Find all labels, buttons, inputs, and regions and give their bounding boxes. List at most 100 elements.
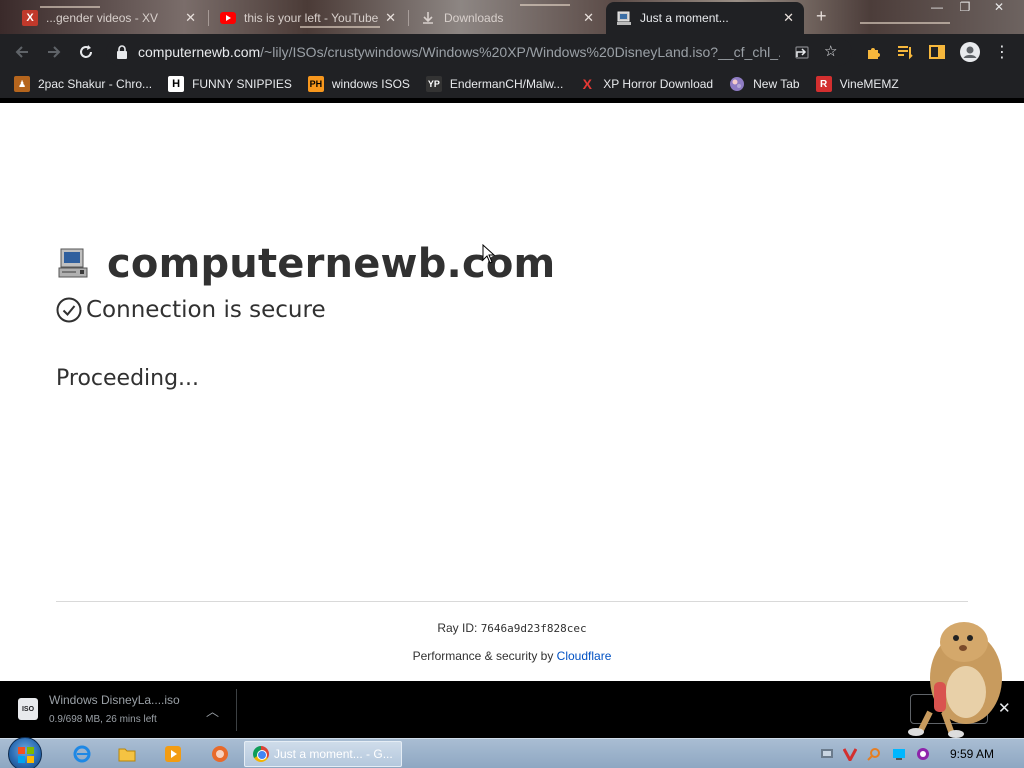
app-icon[interactable] [210,744,230,764]
star-icon[interactable]: ☆ [824,42,837,60]
site-header: computernewb.com [56,241,555,287]
mouse-pointer-icon [482,244,496,264]
tray-search-icon[interactable] [867,747,881,761]
address-bar[interactable]: computernewb.com /~lily/ISOs/crustywindo… [106,38,852,66]
computer-icon [616,10,632,26]
task-title: Just a moment... - G... [274,747,393,761]
ph-icon: PH [307,76,324,92]
download-filename: Windows DisneyLa....iso [49,693,180,707]
restore-icon[interactable]: ❐ [950,0,980,18]
share-icon[interactable] [794,44,810,64]
tab-strip: X ...gender videos - XV ✕ this is your l… [0,0,1024,34]
downloads-icon [420,10,436,26]
check-circle-icon [56,297,82,323]
tab-title: Just a moment... [640,11,729,25]
internet-explorer-icon[interactable] [72,744,92,764]
url-host: computernewb.com [138,44,261,60]
menu-kebab-icon[interactable]: ⋮ [990,40,1014,64]
tray-app-icon[interactable] [916,747,930,761]
bookmark-funny-snippies[interactable]: H FUNNY SNIPPIES [168,76,292,92]
bookmark-label: 2pac Shakur - Chro... [38,77,153,91]
page-content: computernewb.com Connection is secure Pr… [0,103,1024,681]
bookmark-2pac[interactable]: ♟ 2pac Shakur - Chro... [14,76,152,92]
tab-divider [208,10,209,26]
chevron-up-icon[interactable]: ︿ [206,701,219,720]
computer-icon [56,247,90,281]
footer-divider [56,601,968,602]
youtube-icon [220,10,236,26]
ray-label: Ray ID: [437,621,478,635]
secure-text: Connection is secure [86,297,326,323]
ray-id: 7646a9d23f828cec [480,622,587,635]
forward-button[interactable] [38,36,70,68]
start-button[interactable] [8,737,42,768]
bookmarks-bar: ♟ 2pac Shakur - Chro... H FUNNY SNIPPIES… [0,70,1024,98]
bookmark-label: FUNNY SNIPPIES [192,77,292,91]
tab-just-a-moment[interactable]: Just a moment... ✕ [606,2,804,34]
tab-divider [408,10,409,26]
download-shelf: ISO Windows DisneyLa....iso 0.9/698 MB, … [0,681,1024,738]
taskbar: Just a moment... - G... 9:59 AM [0,737,1024,768]
tray-v-icon[interactable] [843,747,857,761]
bookmark-new-tab[interactable]: New Tab [729,76,800,92]
reading-list-icon[interactable] [893,40,917,64]
tray-network-icon[interactable] [820,747,834,761]
globe-icon [729,76,745,92]
close-tab-icon[interactable]: ✕ [583,10,594,26]
minimize-icon[interactable]: — [922,0,952,18]
cloudflare-link[interactable]: Cloudflare [557,649,612,663]
download-item[interactable]: ISO Windows DisneyLa....iso 0.9/698 MB, … [0,681,236,738]
perf-prefix: Performance & security by [412,649,554,663]
close-tab-icon[interactable]: ✕ [783,10,794,26]
bookmark-vinememz[interactable]: R VineMEMZ [815,76,899,92]
back-arrow-icon [15,46,28,58]
tab-title: this is your left - YouTube [244,11,379,25]
bookmark-windows-isos[interactable]: PH windows ISOS [307,76,410,92]
bookmark-label: New Tab [753,77,800,91]
reload-button[interactable] [70,36,102,68]
bookmark-label: EndermanCH/Malw... [449,77,564,91]
ray-id-line: Ray ID: 7646a9d23f828cec [0,621,1024,635]
lock-icon [116,45,128,59]
r-icon: R [815,76,832,92]
chrome-icon [253,746,269,762]
tab-youtube[interactable]: this is your left - YouTube ✕ [210,4,406,32]
bookmark-xp-horror[interactable]: X XP Horror Download [579,76,714,92]
shelf-divider [236,689,237,731]
tab-downloads[interactable]: Downloads ✕ [410,4,604,32]
performance-line: Performance & security by Cloudflare [0,649,1024,663]
tab-title: ...gender videos - XV [46,11,159,25]
tab-title: Downloads [444,11,504,25]
pac-icon: ♟ [14,76,30,92]
bookmark-label: windows ISOS [331,77,410,91]
close-tab-icon[interactable]: ✕ [385,10,396,26]
h-icon: H [168,76,185,92]
x-icon: X [22,10,38,26]
forward-arrow-icon [48,46,61,58]
profile-avatar-icon[interactable] [958,40,982,64]
iso-file-icon: ISO [18,698,38,720]
security-status: Connection is secure [56,297,326,323]
texture [860,22,950,24]
bookmark-label: VineMEMZ [839,77,899,91]
extensions-puzzle-icon[interactable] [862,40,886,64]
bookmark-endermanch[interactable]: YP EndermanCH/Malw... [425,76,564,92]
close-window-icon[interactable]: ✕ [984,0,1014,18]
close-tab-icon[interactable]: ✕ [185,10,196,26]
windows-logo-icon [18,747,34,763]
x-icon: X [582,76,592,92]
back-button[interactable] [6,36,38,68]
clock[interactable]: 9:59 AM [950,747,994,761]
bookmark-label: XP Horror Download [603,77,714,91]
yp-icon: YP [425,76,442,92]
tray-display-icon[interactable] [892,747,906,761]
hamster-image [908,622,1002,738]
new-tab-button[interactable]: + [816,6,827,27]
side-panel-icon[interactable] [925,40,949,64]
taskbar-chrome-task[interactable]: Just a moment... - G... [244,741,402,767]
url-path: /~lily/ISOs/crustywindows/Windows%20XP/W… [260,44,781,60]
file-explorer-icon[interactable] [117,744,137,764]
proceeding-text: Proceeding... [56,366,200,391]
tab-xvideos[interactable]: X ...gender videos - XV ✕ [12,4,206,32]
media-player-icon[interactable] [163,744,183,764]
